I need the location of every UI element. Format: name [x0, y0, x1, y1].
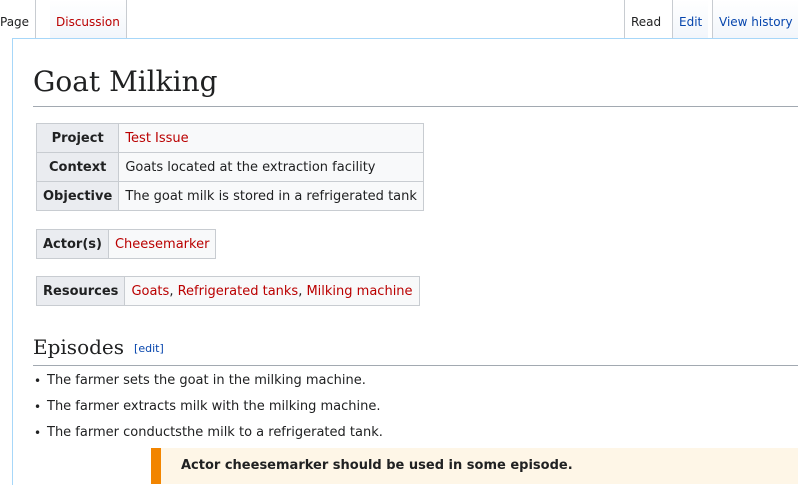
resource-link-refrigerated-tanks[interactable]: Refrigerated tanks	[178, 284, 299, 299]
context-label: Context	[35, 152, 120, 182]
tab-edit[interactable]: Edit	[672, 0, 709, 38]
resources-cell: Goats, Refrigerated tanks, Milking machi…	[124, 276, 420, 306]
warning-text: Actor cheesemarker should be used in som…	[181, 458, 573, 473]
list-item: The farmer sets the goat in the milking …	[47, 370, 383, 396]
actors-cell: Cheesemarker	[107, 229, 217, 259]
project-link[interactable]: Test Issue	[125, 131, 188, 146]
table-row: Objective The goat milk is stored in a r…	[35, 181, 424, 211]
actor-link[interactable]: Cheesemarker	[115, 237, 209, 252]
page-title: Goat Milking	[33, 62, 798, 107]
section-edit-link: [edit]	[134, 342, 164, 355]
project-label: Project	[35, 123, 120, 153]
edit-bracket-close: ]	[159, 341, 164, 355]
table-row: Project Test Issue	[35, 123, 424, 153]
warning-box: Actor cheesemarker should be used in som…	[151, 448, 798, 484]
table-row: Actor(s) Cheesemarker	[36, 229, 217, 259]
resource-separator: ,	[169, 283, 178, 299]
resource-link-milking-machine[interactable]: Milking machine	[306, 284, 412, 299]
resource-link-goats[interactable]: Goats	[131, 284, 169, 299]
edit-section-link[interactable]: edit	[138, 342, 159, 355]
table-row: Context Goats located at the extraction …	[35, 152, 424, 182]
actors-label: Actor(s)	[36, 229, 109, 259]
episodes-heading: Episodes [edit]	[33, 333, 798, 366]
resources-table: Resources Goats, Refrigerated tanks, Mil…	[35, 276, 420, 306]
resources-label: Resources	[35, 276, 126, 306]
actors-table: Actor(s) Cheesemarker	[36, 229, 217, 259]
tab-read[interactable]: Read	[624, 0, 668, 38]
episodes-heading-text: Episodes	[33, 335, 125, 359]
tab-view-history[interactable]: View history	[712, 0, 798, 38]
table-row: Resources Goats, Refrigerated tanks, Mil…	[35, 276, 420, 306]
tab-discussion[interactable]: Discussion	[50, 0, 127, 38]
tab-page[interactable]: Page	[0, 0, 37, 38]
project-cell: Test Issue	[118, 123, 424, 153]
episodes-list: The farmer sets the goat in the milking …	[47, 370, 383, 448]
info-table: Project Test Issue Context Goats located…	[35, 123, 424, 211]
objective-value: The goat milk is stored in a refrigerate…	[118, 181, 424, 211]
objective-label: Objective	[35, 181, 120, 211]
page-tab-bar: Page Discussion Read Edit View history	[0, 0, 798, 40]
list-item: The farmer extracts milk with the milkin…	[47, 396, 383, 422]
list-item: The farmer conductsthe milk to a refrige…	[47, 422, 383, 448]
context-value: Goats located at the extraction facility	[118, 152, 424, 182]
